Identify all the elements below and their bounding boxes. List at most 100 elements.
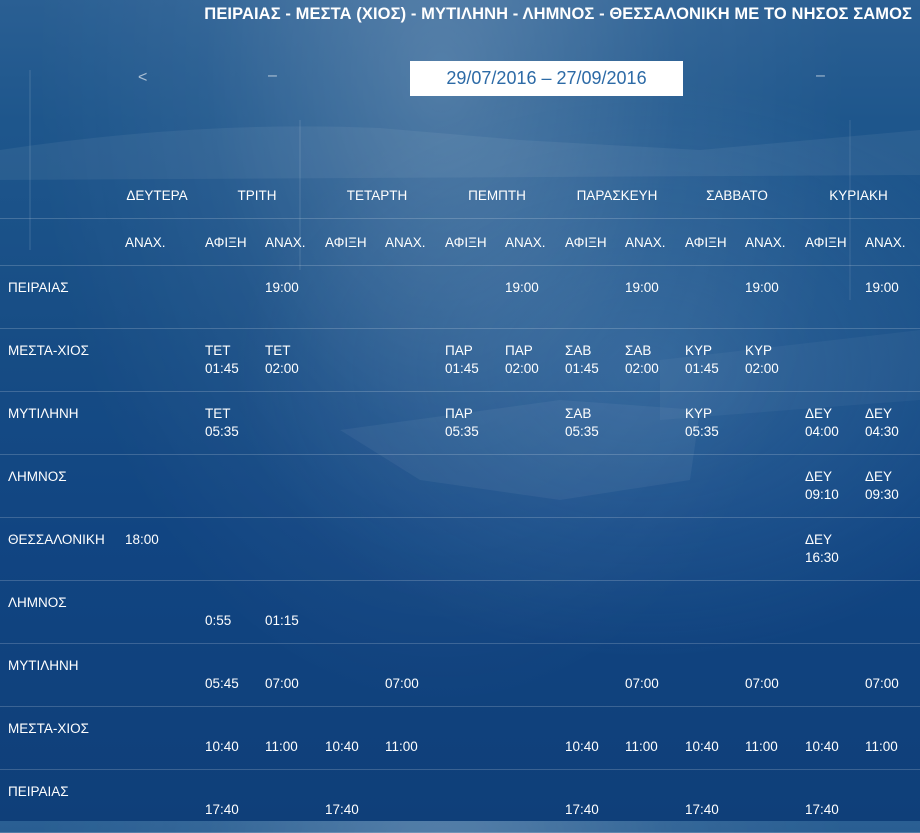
day-header: ΚΥΡΙΑΚΗ [829,188,888,203]
time-cell: 19:00 [857,265,920,329]
time-cell [317,517,377,581]
time-cell [257,769,317,833]
time-cell: 10:40 [197,706,257,770]
time-cell [617,391,677,455]
corner-cell [0,218,117,266]
time-cell: 11:00 [377,706,437,770]
time-cell [317,391,377,455]
time-cell: 17:40 [317,769,377,833]
stop-row: ΜΥΤΙΛΗΝΗ ΤΕΤ 05:35 ΠΑΡ 05:35 ΣΑΒ 05:35 ΚΥΡ 0… [0,391,920,455]
time-cell [497,517,557,581]
time-cell [617,454,677,518]
time-cell: ΚΥΡ 02:00 [737,328,797,392]
time-cell [677,580,737,644]
column-header: ΑΦΙΞΗ [677,218,737,266]
time-cell: 07:00 [377,643,437,707]
time-cell [857,328,920,392]
time-cell [677,265,737,329]
time-cell [377,265,437,329]
time-cell [317,454,377,518]
time-cell [257,454,317,518]
column-header: ΑΝΑΧ. [737,218,797,266]
time-cell: ΠΑΡ 05:35 [437,391,497,455]
time-cell: ΤΕΤ 02:00 [257,328,317,392]
time-cell: 19:00 [497,265,557,329]
time-cell [677,517,737,581]
time-cell [197,517,257,581]
port-name: ΠΕΙΡΑΙΑΣ [0,769,117,833]
time-cell: 11:00 [617,706,677,770]
time-cell: 17:40 [677,769,737,833]
time-cell: ΣΑΒ 02:00 [617,328,677,392]
time-cell [117,580,197,644]
time-cell: 07:00 [257,643,317,707]
time-cell: 07:00 [737,643,797,707]
date-range-selector[interactable]: 29/07/2016 – 27/09/2016 [410,61,683,96]
stop-row: ΜΕΣΤΑ-ΧΙΟΣ 10:40 11:00 10:40 11:00 10:40… [0,706,920,770]
port-name: ΜΥΤΙΛΗΝΗ [0,391,117,455]
day-header: ΠΕΜΠΤΗ [468,188,526,203]
time-cell [557,454,617,518]
time-cell: 19:00 [257,265,317,329]
port-name: ΜΕΣΤΑ-ΧΙΟΣ [0,706,117,770]
corner-cell [0,173,117,219]
time-cell [317,265,377,329]
time-cell [497,769,557,833]
route-title: ΠΕΙΡΑΙΑΣ - ΜΕΣΤΑ (ΧΙΟΣ) - ΜΥΤΙΛΗΝΗ - ΛΗΜ… [204,5,912,23]
time-cell [737,769,797,833]
time-cell: 01:15 [257,580,317,644]
stop-row: ΛΗΜΝΟΣ ΔΕΥ 09:10 ΔΕΥ 09:30 [0,454,920,518]
column-header: ΑΝΑΧ. [497,218,557,266]
prev-week-arrow[interactable]: < [138,69,147,87]
time-cell: 19:00 [737,265,797,329]
time-cell [317,328,377,392]
time-cell: ΔΕΥ 09:10 [797,454,857,518]
time-cell [377,769,437,833]
time-cell: ΠΑΡ 01:45 [437,328,497,392]
time-cell: ΣΑΒ 01:45 [557,328,617,392]
stop-row: ΜΕΣΤΑ-ΧΙΟΣ ΤΕΤ 01:45 ΤΕΤ 02:00 ΠΑΡ 01:45 ΠΑΡ… [0,328,920,392]
time-cell [377,580,437,644]
time-cell [317,643,377,707]
time-cell: ΔΕΥ 09:30 [857,454,920,518]
time-cell [797,328,857,392]
date-range-label: 29/07/2016 – 27/09/2016 [446,68,647,88]
column-header: ΑΦΙΞΗ [557,218,617,266]
time-cell: 10:40 [677,706,737,770]
time-cell [617,517,677,581]
time-cell [437,265,497,329]
time-cell [737,580,797,644]
column-header: ΑΦΙΞΗ [797,218,857,266]
time-cell [197,454,257,518]
time-cell [437,769,497,833]
time-cell: 07:00 [617,643,677,707]
day-header: ΔΕΥΤΕΡΑ [126,188,188,203]
time-cell [497,391,557,455]
port-name: ΜΥΤΙΛΗΝΗ [0,643,117,707]
time-cell: ΤΕΤ 05:35 [197,391,257,455]
time-cell [117,454,197,518]
time-cell [257,517,317,581]
column-header: ΑΦΙΞΗ [317,218,377,266]
time-cell [117,328,197,392]
time-cell [437,706,497,770]
nav-separator-left: – [268,67,277,84]
time-cell [497,454,557,518]
day-header: ΤΕΤΑΡΤΗ [346,188,408,203]
stop-row: ΜΥΤΙΛΗΝΗ 05:45 07:00 07:00 07:00 07:00 0… [0,643,920,707]
time-cell: 05:45 [197,643,257,707]
time-cell [497,580,557,644]
time-cell [797,643,857,707]
time-cell [737,391,797,455]
column-header-row: ΑΝΑΧ. ΑΦΙΞΗ ΑΝΑΧ. ΑΦΙΞΗ ΑΝΑΧ. ΑΦΙΞΗ ΑΝΑΧ… [0,218,920,266]
port-name: ΛΗΜΝΟΣ [0,454,117,518]
schedule-table: ΔΕΥΤΕΡΑ ΤΡΙΤΗ ΤΕΤΑΡΤΗ ΠΕΜΠΤΗ ΠΑΡΑΣΚΕΥΗ Σ… [0,173,920,833]
time-cell: ΔΕΥ 04:30 [857,391,920,455]
time-cell [437,580,497,644]
time-cell [857,580,920,644]
time-cell: 17:40 [197,769,257,833]
time-cell: ΚΥΡ 01:45 [677,328,737,392]
time-cell: 17:40 [797,769,857,833]
time-cell [677,643,737,707]
stop-row: ΘΕΣΣΑΛΟΝΙΚΗ 18:00 ΔΕΥ 16:30 [0,517,920,581]
